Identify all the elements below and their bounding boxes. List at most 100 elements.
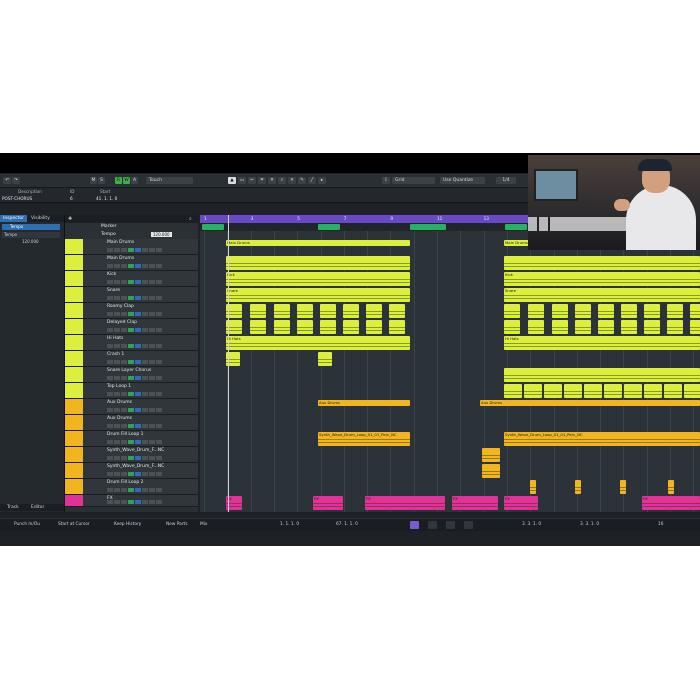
event-clip[interactable] bbox=[604, 384, 622, 398]
mute-button[interactable] bbox=[107, 456, 113, 460]
event-clip[interactable]: Aux Drums bbox=[480, 400, 700, 406]
edit-button[interactable] bbox=[135, 488, 141, 492]
lane-button[interactable] bbox=[156, 264, 162, 268]
solo-button[interactable] bbox=[114, 376, 120, 380]
event-clip[interactable] bbox=[621, 304, 637, 318]
solo-button[interactable] bbox=[114, 472, 120, 476]
event-clip[interactable] bbox=[297, 304, 313, 318]
event-clip[interactable]: Hi Hats bbox=[504, 336, 700, 350]
mute-button[interactable] bbox=[107, 440, 113, 444]
solo-button[interactable] bbox=[114, 408, 120, 412]
marker-event[interactable] bbox=[202, 224, 224, 230]
edit-button[interactable] bbox=[135, 248, 141, 252]
read-button[interactable] bbox=[142, 312, 148, 316]
event-clip[interactable] bbox=[504, 368, 700, 382]
lane-button[interactable] bbox=[156, 280, 162, 284]
solo-button[interactable] bbox=[114, 296, 120, 300]
lane-button[interactable] bbox=[156, 424, 162, 428]
event-clip[interactable] bbox=[504, 320, 520, 334]
edit-button[interactable] bbox=[135, 376, 141, 380]
event-clip[interactable] bbox=[598, 320, 614, 334]
monitor-button[interactable] bbox=[128, 500, 134, 504]
lane-button[interactable] bbox=[156, 248, 162, 252]
event-clip[interactable]: FX bbox=[504, 496, 538, 510]
edit-button[interactable] bbox=[135, 344, 141, 348]
redo-button[interactable]: ↷ bbox=[12, 177, 20, 184]
event-clip[interactable] bbox=[644, 304, 660, 318]
start-value[interactable]: 41. 1. 1. 0 bbox=[96, 196, 117, 201]
write-button[interactable] bbox=[149, 312, 155, 316]
lane-button[interactable] bbox=[156, 408, 162, 412]
record-enable-button[interactable] bbox=[121, 408, 127, 412]
monitor-button[interactable] bbox=[128, 360, 134, 364]
event-clip[interactable]: Synth_Wave_Drum_Loop_01_01_Perc_NC bbox=[318, 432, 410, 446]
write-button[interactable] bbox=[149, 344, 155, 348]
edit-button[interactable] bbox=[135, 328, 141, 332]
monitor-button[interactable] bbox=[128, 488, 134, 492]
edit-button[interactable] bbox=[135, 440, 141, 444]
edit-button[interactable] bbox=[135, 424, 141, 428]
tab-visibility[interactable]: Visibility bbox=[28, 215, 53, 222]
record-enable-button[interactable] bbox=[121, 440, 127, 444]
event-clip[interactable] bbox=[528, 320, 544, 334]
solo-button[interactable] bbox=[114, 264, 120, 268]
event-clip[interactable]: Kick bbox=[504, 272, 700, 286]
event-clip[interactable]: FX bbox=[642, 496, 700, 510]
event-clip[interactable] bbox=[274, 320, 290, 334]
read-button[interactable] bbox=[142, 376, 148, 380]
inspector-track-header[interactable]: Tempo bbox=[2, 224, 60, 230]
read-button[interactable] bbox=[142, 248, 148, 252]
mute-button[interactable] bbox=[107, 424, 113, 428]
marker-event[interactable] bbox=[318, 224, 340, 230]
event-clip[interactable] bbox=[504, 304, 520, 318]
monitor-button[interactable] bbox=[128, 392, 134, 396]
edit-button[interactable] bbox=[135, 500, 141, 504]
write-button[interactable] bbox=[149, 500, 155, 504]
event-clip[interactable] bbox=[668, 480, 674, 494]
play-button[interactable] bbox=[446, 521, 455, 529]
event-clip[interactable] bbox=[644, 320, 660, 334]
snap-icon[interactable]: ⟟ bbox=[382, 177, 390, 184]
write-button[interactable] bbox=[149, 488, 155, 492]
read-button[interactable] bbox=[142, 500, 148, 504]
monitor-button[interactable] bbox=[128, 424, 134, 428]
write-button[interactable] bbox=[149, 360, 155, 364]
marker-event[interactable] bbox=[410, 224, 446, 230]
lane-button[interactable] bbox=[156, 456, 162, 460]
record-enable-button[interactable] bbox=[121, 392, 127, 396]
record-enable-button[interactable] bbox=[121, 312, 127, 316]
write-button[interactable] bbox=[149, 328, 155, 332]
play-tool-icon[interactable]: ▸ bbox=[318, 177, 326, 184]
record-enable-button[interactable] bbox=[121, 488, 127, 492]
event-clip[interactable] bbox=[544, 384, 562, 398]
event-clip[interactable] bbox=[690, 320, 700, 334]
record-enable-button[interactable] bbox=[121, 296, 127, 300]
solo-button[interactable] bbox=[114, 456, 120, 460]
solo-button[interactable] bbox=[114, 248, 120, 252]
read-button[interactable] bbox=[142, 328, 148, 332]
solo-button[interactable] bbox=[114, 424, 120, 428]
automation-a-button[interactable]: A bbox=[131, 177, 138, 184]
event-clip[interactable] bbox=[575, 480, 581, 494]
track-row[interactable]: Main Drums bbox=[65, 255, 198, 271]
mute-button[interactable] bbox=[107, 296, 113, 300]
solo-button[interactable] bbox=[114, 440, 120, 444]
quantize-value-select[interactable]: 1/4 bbox=[496, 177, 516, 184]
event-clip[interactable] bbox=[504, 256, 700, 270]
edit-button[interactable] bbox=[135, 472, 141, 476]
monitor-button[interactable] bbox=[128, 344, 134, 348]
mute-button[interactable] bbox=[107, 376, 113, 380]
write-automation-button[interactable]: W bbox=[123, 177, 130, 184]
read-automation-button[interactable]: R bbox=[115, 177, 122, 184]
event-clip[interactable] bbox=[667, 320, 683, 334]
edit-button[interactable] bbox=[135, 408, 141, 412]
event-clip[interactable]: Main Drums bbox=[226, 240, 410, 246]
solo-button[interactable] bbox=[114, 280, 120, 284]
monitor-button[interactable] bbox=[128, 296, 134, 300]
track-row[interactable]: Kick bbox=[65, 271, 198, 287]
quantize-mode-select[interactable]: Use Quantize bbox=[440, 177, 485, 184]
edit-button[interactable] bbox=[135, 280, 141, 284]
track-row[interactable]: Roomy Clap bbox=[65, 303, 198, 319]
read-button[interactable] bbox=[142, 344, 148, 348]
mute-button[interactable] bbox=[107, 500, 113, 504]
